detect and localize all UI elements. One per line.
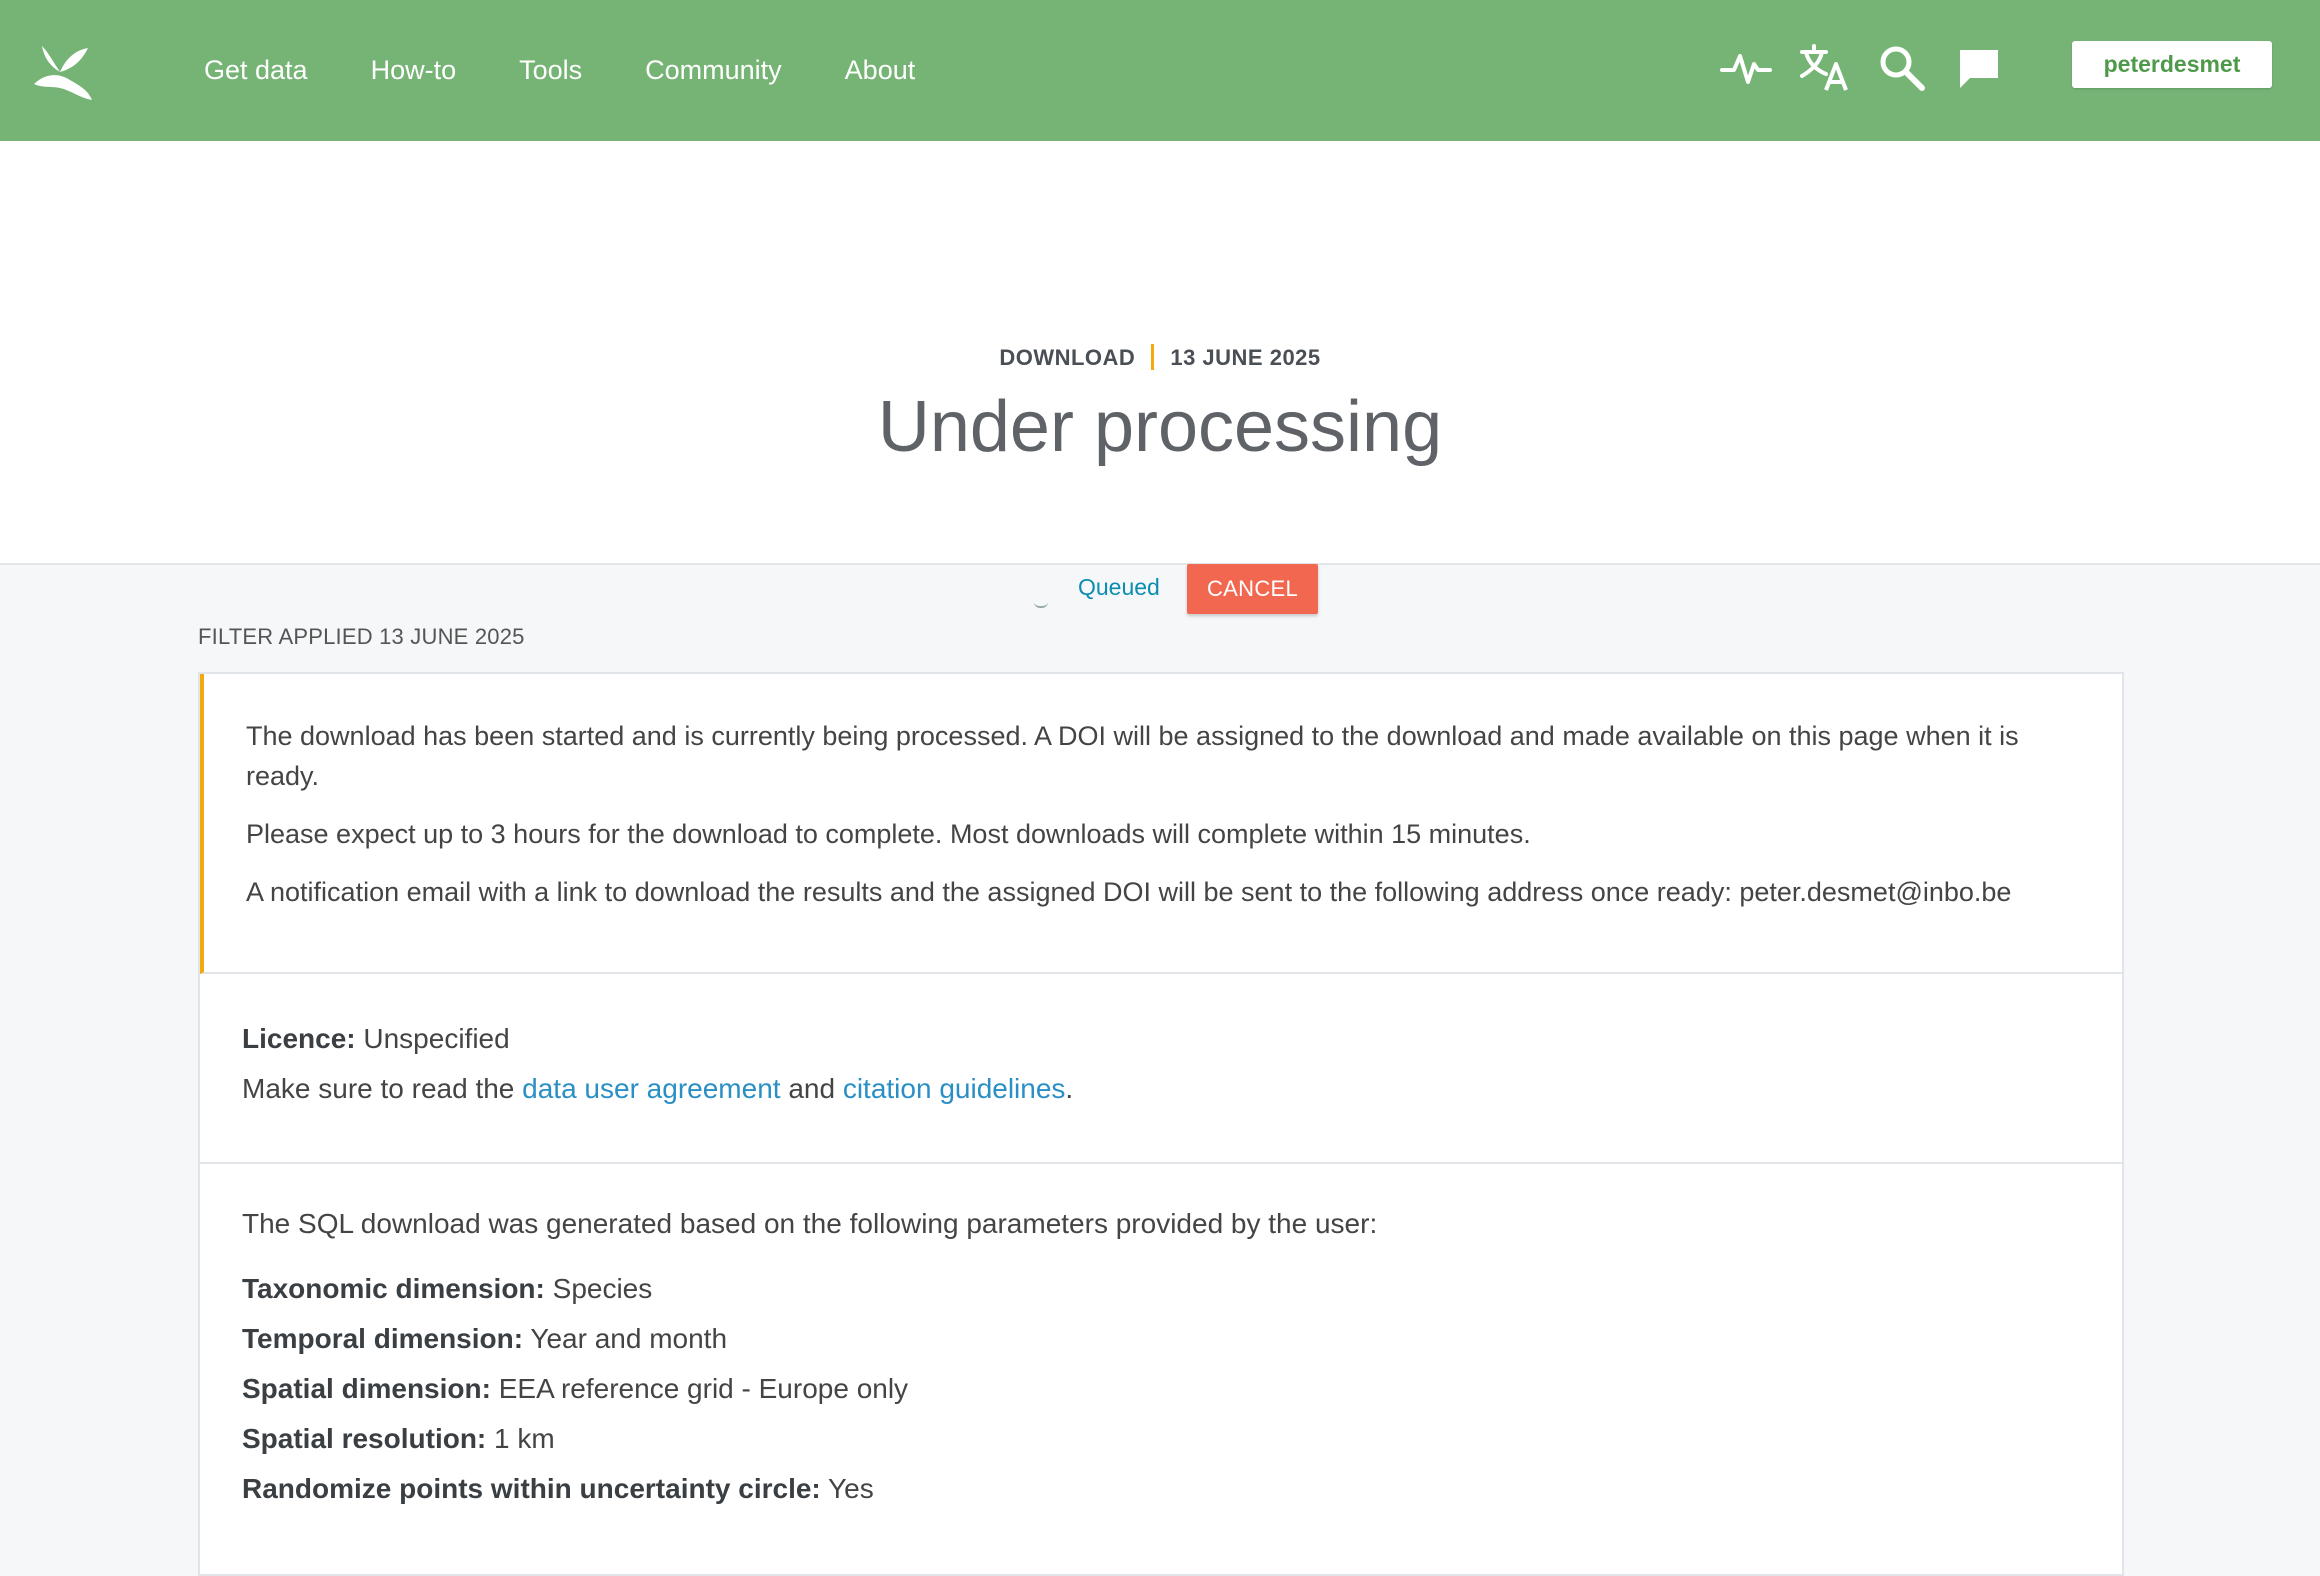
- download-date: 13 JUNE 2025: [1170, 345, 1321, 370]
- data-user-agreement-link[interactable]: data user agreement: [522, 1073, 780, 1104]
- download-details-card: The download has been started and is cur…: [198, 672, 2124, 1576]
- agreement-line: Make sure to read the data user agreemen…: [242, 1064, 2080, 1114]
- parameter-row: Spatial dimension: EEA reference grid - …: [242, 1364, 2080, 1414]
- notice-paragraph: The download has been started and is cur…: [246, 721, 2019, 791]
- activity-icon[interactable]: [1720, 42, 1772, 94]
- agreement-text: Make sure to read the: [242, 1073, 515, 1104]
- download-meta: DOWNLOAD 13 JUNE 2025: [0, 344, 2320, 371]
- licence-section: Licence: Unspecified Make sure to read t…: [200, 974, 2122, 1164]
- meta-divider: [1151, 344, 1155, 370]
- feedback-icon[interactable]: [1954, 42, 2006, 94]
- nav-item-tools[interactable]: Tools: [519, 55, 582, 86]
- parameter-value: 1 km: [494, 1423, 555, 1454]
- notice-paragraph: A notification email with a link to down…: [246, 877, 2012, 907]
- nav-item-about[interactable]: About: [845, 55, 916, 86]
- parameter-value: Year and month: [530, 1323, 728, 1354]
- parameters-section: The SQL download was generated based on …: [200, 1164, 2122, 1514]
- notice-paragraph: Please expect up to 3 hours for the down…: [246, 819, 1531, 849]
- gbif-logo-icon[interactable]: [30, 40, 92, 102]
- nav-item-community[interactable]: Community: [645, 55, 782, 86]
- status-row: Queued CANCEL: [0, 564, 2320, 616]
- licence-value: Unspecified: [363, 1023, 510, 1054]
- parameter-label: Spatial resolution:: [242, 1423, 487, 1454]
- download-category: DOWNLOAD: [999, 345, 1136, 370]
- parameter-value: EEA reference grid - Europe only: [498, 1373, 909, 1404]
- translate-icon[interactable]: [1798, 42, 1850, 94]
- parameter-label: Temporal dimension:: [242, 1323, 524, 1354]
- parameter-label: Spatial dimension:: [242, 1373, 491, 1404]
- processing-notice: The download has been started and is cur…: [200, 674, 2122, 974]
- parameter-row: Temporal dimension: Year and month: [242, 1314, 2080, 1364]
- loading-spinner-icon: [1034, 602, 1048, 608]
- nav-item-get-data[interactable]: Get data: [204, 55, 308, 86]
- licence-line: Licence: Unspecified: [242, 1014, 2080, 1064]
- citation-guidelines-link[interactable]: citation guidelines: [843, 1073, 1066, 1104]
- parameter-value: Yes: [828, 1473, 874, 1504]
- main-nav: Get data How-to Tools Community About: [204, 0, 978, 141]
- agreement-text: .: [1065, 1073, 1074, 1104]
- parameter-row: Randomize points within uncertainty circ…: [242, 1464, 2080, 1514]
- nav-item-how-to[interactable]: How-to: [371, 55, 457, 86]
- parameters-intro: The SQL download was generated based on …: [242, 1208, 1378, 1239]
- status-queued: Queued: [1078, 574, 1160, 600]
- search-icon[interactable]: [1876, 42, 1928, 94]
- parameter-label: Randomize points within uncertainty circ…: [242, 1473, 821, 1504]
- download-header: DOWNLOAD 13 JUNE 2025 Under processing Qu…: [0, 141, 2320, 614]
- header-actions: peterdesmet: [1720, 0, 2320, 141]
- parameter-label: Taxonomic dimension:: [242, 1273, 545, 1304]
- page-title: Under processing: [877, 387, 1443, 467]
- user-account-button[interactable]: peterdesmet: [2072, 41, 2272, 88]
- parameter-row: Taxonomic dimension: Species: [242, 1264, 2080, 1314]
- parameter-value: Species: [552, 1273, 653, 1304]
- cancel-button[interactable]: CANCEL: [1187, 564, 1318, 614]
- top-navigation-bar: Get data How-to Tools Community About pe…: [0, 0, 2320, 141]
- agreement-text: and: [788, 1073, 836, 1104]
- licence-label: Licence:: [242, 1023, 356, 1054]
- parameter-row: Spatial resolution: 1 km: [242, 1414, 2080, 1464]
- filter-applied-label: FILTER APPLIED 13 JUNE 2025: [198, 624, 525, 649]
